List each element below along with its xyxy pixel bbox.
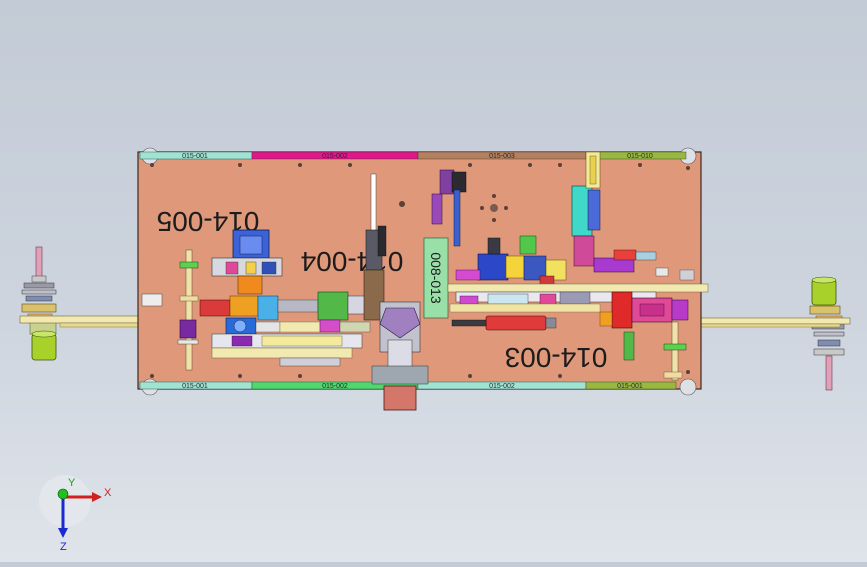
plate-label-tm: 014-004 [301, 246, 404, 277]
top-strip-label-3: 015-003 [489, 153, 515, 160]
svg-text:014-004: 014-004 [301, 246, 404, 277]
bottom-strip-label-3: 015-002 [489, 383, 515, 390]
top-strip-label-4: 015-010 [627, 153, 653, 160]
bottom-strip-label-2: 015-002 [322, 383, 348, 390]
bottom-strip-label-4: 015-001 [617, 383, 643, 390]
x-axis-label: X [104, 487, 112, 499]
y-axis-label: Y [68, 477, 76, 489]
vertical-label-block[interactable]: 008-013 [423, 237, 449, 319]
left-spindle[interactable] [21, 246, 57, 361]
vertical-plate-label: 008-013 [428, 252, 444, 304]
top-strip-label-1: 015-001 [182, 153, 208, 160]
right-spindle[interactable] [809, 276, 845, 391]
coordinate-triad: X Y Z [39, 475, 112, 553]
assembly-drawing: 015-001 015-002 015-003 015-010 015-001 … [19, 147, 851, 553]
plate-label-br: 014-003 [505, 342, 608, 373]
z-axis-label: Z [60, 541, 67, 553]
top-strips: 015-001 015-002 015-003 015-010 [139, 151, 687, 160]
cad-viewport[interactable]: 015-001 015-002 015-003 015-010 015-001 … [0, 0, 867, 562]
svg-text:014-003: 014-003 [505, 342, 608, 373]
top-strip-label-2: 015-002 [322, 153, 348, 160]
bottom-strip-label-1: 015-001 [182, 383, 208, 390]
